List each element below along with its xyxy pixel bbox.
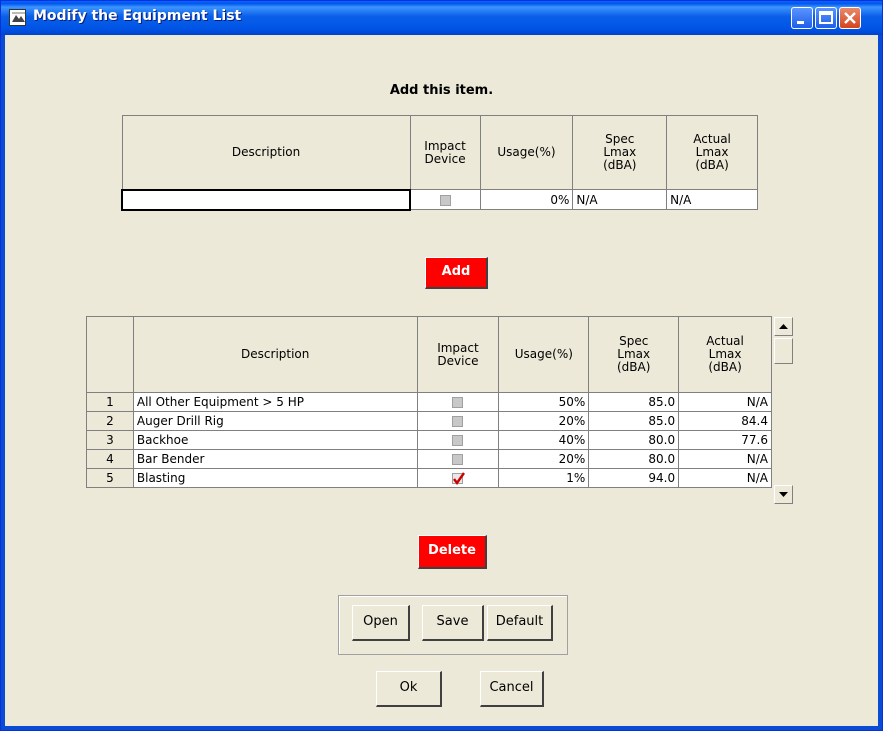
- equipment-table: Description Impact Device Usage(%) Spec Lm…: [86, 316, 772, 488]
- usage-cell[interactable]: 50%: [498, 392, 590, 412]
- new-spec-lmax-cell[interactable]: N/A: [572, 189, 668, 210]
- row-number-cell: 1: [86, 392, 134, 412]
- actual-lmax-cell[interactable]: 77.6: [678, 430, 772, 450]
- scroll-up-button[interactable]: [774, 317, 793, 336]
- table-row[interactable]: 2 Auger Drill Rig 20% 85.0 84.4: [86, 411, 772, 431]
- title-bar[interactable]: Modify the Equipment List: [1, 1, 882, 35]
- close-button[interactable]: [839, 7, 861, 29]
- description-cell[interactable]: All Other Equipment > 5 HP: [132, 392, 418, 412]
- spec-lmax-cell[interactable]: 80.0: [588, 430, 680, 450]
- maximize-icon: [819, 11, 833, 24]
- save-button[interactable]: Save: [422, 605, 484, 641]
- description-cell[interactable]: Backhoe: [132, 430, 418, 450]
- header-actual-lmax: Actual Lmax (dBA): [666, 115, 758, 190]
- spec-lmax-cell[interactable]: 85.0: [588, 411, 680, 431]
- delete-button[interactable]: Delete: [418, 535, 487, 569]
- window-frame-bottom: [1, 726, 882, 730]
- add-item-header-row: Description Impact Device Usage(%) Spec Lm…: [121, 115, 758, 190]
- table-row[interactable]: 4 Bar Bender 20% 80.0 N/A: [86, 449, 772, 469]
- row-number-cell: 2: [86, 411, 134, 431]
- header-spec-lmax: Spec Lmax (dBA): [588, 316, 680, 393]
- spec-lmax-cell[interactable]: 80.0: [588, 449, 680, 469]
- row-number-cell: 3: [86, 430, 134, 450]
- checkbox-icon: [439, 194, 451, 206]
- checkbox-icon: [452, 435, 464, 446]
- modify-equipment-dialog: Modify the Equipment List Add this item.: [0, 0, 883, 731]
- header-description: Description: [132, 316, 418, 393]
- checkbox-icon: [452, 416, 464, 427]
- header-actual-lmax: Actual Lmax (dBA): [678, 316, 772, 393]
- new-impact-device-checkbox[interactable]: [409, 189, 481, 210]
- scroll-down-button[interactable]: [774, 485, 793, 504]
- arrow-down-icon: [779, 492, 788, 497]
- description-cell[interactable]: Bar Bender: [132, 449, 418, 469]
- new-actual-lmax-cell[interactable]: N/A: [666, 189, 758, 210]
- impact-device-checkbox[interactable]: [416, 392, 500, 412]
- header-description: Description: [121, 115, 411, 190]
- header-usage: Usage(%): [498, 316, 590, 393]
- row-number-cell: 4: [86, 449, 134, 469]
- impact-device-checkbox[interactable]: [416, 468, 500, 488]
- impact-device-checkbox[interactable]: [416, 449, 500, 469]
- open-button[interactable]: Open: [352, 605, 410, 641]
- spec-lmax-cell[interactable]: 94.0: [588, 468, 680, 488]
- new-usage-cell[interactable]: 0%: [479, 189, 574, 210]
- header-impact-device: Impact Device: [409, 115, 481, 190]
- close-icon: [844, 12, 856, 24]
- new-description-input[interactable]: [120, 188, 412, 211]
- equipment-header-row: Description Impact Device Usage(%) Spec Lm…: [86, 316, 772, 393]
- table-row[interactable]: 3 Backhoe 40% 80.0 77.6: [86, 430, 772, 450]
- actual-lmax-cell[interactable]: N/A: [678, 392, 772, 412]
- minimize-button[interactable]: [791, 7, 813, 29]
- add-item-table: Description Impact Device Usage(%) Spec Lm…: [120, 115, 758, 211]
- description-cell[interactable]: Auger Drill Rig: [132, 411, 418, 431]
- header-impact-device: Impact Device: [416, 316, 500, 393]
- scroll-thumb[interactable]: [774, 338, 793, 364]
- table-row[interactable]: 5 Blasting 1% 94.0 N/A: [86, 468, 772, 488]
- window-frame-left: [1, 35, 5, 730]
- row-number-cell: 5: [86, 468, 134, 488]
- description-cell[interactable]: Blasting: [132, 468, 418, 488]
- window-frame-right: [878, 35, 882, 730]
- actual-lmax-cell[interactable]: N/A: [678, 449, 772, 469]
- checkbox-icon: [452, 454, 464, 465]
- cancel-button[interactable]: Cancel: [480, 671, 544, 707]
- spec-lmax-cell[interactable]: 85.0: [588, 392, 680, 412]
- ok-button[interactable]: Ok: [376, 671, 442, 707]
- add-button[interactable]: Add: [425, 257, 488, 289]
- table-row[interactable]: 1 All Other Equipment > 5 HP 50% 85.0 N/A: [86, 392, 772, 412]
- app-icon: [9, 9, 26, 26]
- add-item-heading: Add this item.: [389, 83, 494, 98]
- maximize-button[interactable]: [815, 7, 837, 29]
- impact-device-checkbox[interactable]: [416, 411, 500, 431]
- usage-cell[interactable]: 20%: [498, 449, 590, 469]
- add-item-entry-row: 0% N/A N/A: [120, 188, 758, 211]
- equipment-scrollbar[interactable]: [774, 317, 793, 504]
- header-usage: Usage(%): [479, 115, 574, 190]
- usage-cell[interactable]: 20%: [498, 411, 590, 431]
- header-row-number: [86, 316, 134, 393]
- checkbox-icon: [452, 397, 464, 408]
- file-button-group: Open Save Default: [338, 595, 568, 655]
- header-spec-lmax: Spec Lmax (dBA): [572, 115, 668, 190]
- checked-checkbox-icon: [452, 472, 466, 486]
- actual-lmax-cell[interactable]: N/A: [678, 468, 772, 488]
- usage-cell[interactable]: 40%: [498, 430, 590, 450]
- actual-lmax-cell[interactable]: 84.4: [678, 411, 772, 431]
- window-title: Modify the Equipment List: [33, 8, 242, 24]
- default-button[interactable]: Default: [487, 605, 553, 641]
- usage-cell[interactable]: 1%: [498, 468, 590, 488]
- impact-device-checkbox[interactable]: [416, 430, 500, 450]
- arrow-up-icon: [779, 324, 788, 329]
- minimize-icon: [797, 21, 804, 24]
